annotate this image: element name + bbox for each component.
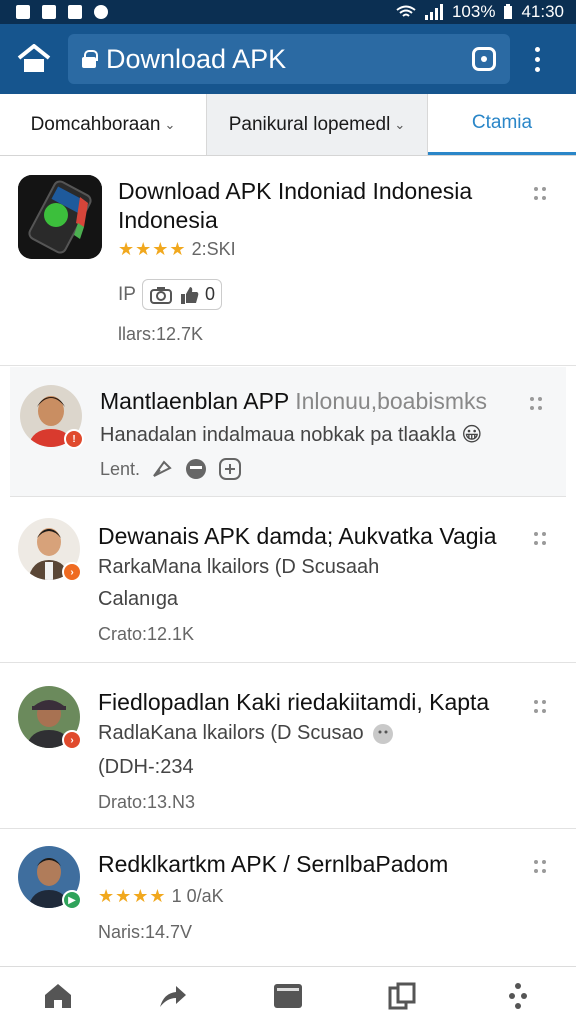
item-stats: llars:12.7K <box>118 324 204 344</box>
app-icon <box>18 175 102 259</box>
address-bar[interactable]: Download APK <box>68 34 510 84</box>
nav-home[interactable] <box>28 971 88 1021</box>
nav-card[interactable] <box>258 971 318 1021</box>
item-subtitle-text: RadlaKana lkailors (D Scusao <box>98 722 364 744</box>
share-icon <box>159 985 186 1007</box>
share-icon[interactable] <box>150 458 174 480</box>
item-stats: Drato:13.N3 <box>98 792 196 812</box>
status-badge: ▶ <box>62 890 82 910</box>
status-badge: ! <box>64 429 84 449</box>
item-title-main: Mantlaenblan APP <box>100 388 289 414</box>
item-subtitle-text: Hanadalan indalmaua nobkak pa tlaakla <box>100 424 456 446</box>
item-title: Mantlaenblan APP Inlonuu,boabismks <box>100 387 487 416</box>
item-subtitle: RadlaKana lkailors (D Scusao <box>98 722 394 745</box>
address-title: Download APK <box>106 43 287 74</box>
notification-n-icon <box>16 5 30 19</box>
list-item[interactable]: ! Mantlaenblan APP Inlonuu,boabismks Han… <box>10 367 566 497</box>
item-line3: Calanıga <box>98 588 179 610</box>
battery-level: 103% <box>451 2 496 21</box>
item-title: Redklkartkm APK / SernlbaPadom <box>98 851 449 877</box>
rating-stars: ★★★★ <box>98 886 167 906</box>
item-line3: (DDH-:234 <box>98 756 194 778</box>
item-rating: ★★★★ 1 0/aK <box>98 886 224 907</box>
item-title: Fiedlopadlan Kaki riedakiitamdi, Kapta <box>98 689 490 715</box>
filter-bar: Domcahboraan ⌄ Panikural lopemedl ⌄ Ctam… <box>0 94 576 156</box>
item-more-icon[interactable] <box>530 397 544 411</box>
item-stats: Naris:14.7V <box>98 922 193 942</box>
add-box-icon[interactable] <box>218 457 242 481</box>
card-icon <box>273 983 302 1008</box>
tag-label: IP <box>118 283 136 305</box>
clock: 41:30 <box>521 2 564 21</box>
filter-tab-selected[interactable]: Ctamia <box>428 94 576 155</box>
action-chip[interactable]: 0 <box>141 279 222 310</box>
rating-count: 1 0/aK <box>171 886 224 906</box>
list-item[interactable]: › Dewanais APK damda; Aukvatka Vagia Rar… <box>0 498 576 663</box>
avatar: › <box>18 686 82 750</box>
avatar: › <box>18 518 82 582</box>
lock-icon <box>82 50 98 68</box>
avatar: ▶ <box>18 846 82 910</box>
item-title: Dewanais APK damda; Aukvatka Vagia <box>98 523 497 549</box>
more-vert-icon[interactable] <box>532 46 542 72</box>
thumbs-up-icon <box>180 286 199 304</box>
item-stats: Crato:12.1K <box>98 624 195 644</box>
filter-type[interactable]: Panikural lopemedl ⌄ <box>206 94 428 155</box>
filter-category[interactable]: Domcahboraan ⌄ <box>0 94 206 155</box>
tabs-icon[interactable] <box>472 47 496 71</box>
filter-type-label: Panikural lopemedl <box>228 113 391 135</box>
item-title: Download APK Indoniad Indonesia <box>118 178 473 204</box>
item-more-icon[interactable] <box>534 532 548 546</box>
nav-bookmarks[interactable] <box>373 971 433 1021</box>
home-icon <box>17 44 51 72</box>
emoji-icon: 😀 <box>461 424 483 446</box>
rating-count: 2:SKI <box>191 239 236 259</box>
bookmark-icon <box>388 982 416 1009</box>
item-subtitle: RarkaMana lkailors (D Scusaah <box>98 556 380 578</box>
chevron-down-icon: ⌄ <box>394 116 406 132</box>
list-item[interactable]: Download APK Indoniad Indonesia Indonesi… <box>0 157 576 366</box>
status-bar: 103% 41:30 <box>0 0 576 24</box>
item-actions: Lent. <box>100 457 242 481</box>
notification-bag-icon <box>68 5 82 19</box>
filter-category-label: Domcahboraan <box>30 113 161 135</box>
notification-circle-icon <box>94 5 108 19</box>
item-tags: IP 0 <box>118 279 222 310</box>
item-more-icon[interactable] <box>534 860 548 874</box>
rating-stars: ★★★★ <box>118 239 187 259</box>
list-item[interactable]: › Fiedlopadlan Kaki riedakiitamdi, Kapta… <box>0 664 576 829</box>
app-bar: Download APK <box>0 24 576 94</box>
signal-icon <box>424 4 443 20</box>
avatar: ! <box>20 385 84 449</box>
grid-dots-icon <box>509 982 528 1009</box>
item-more-icon[interactable] <box>534 187 548 201</box>
emoji-icon <box>372 723 393 744</box>
item-rating: ★★★★ 2:SKI <box>118 239 236 260</box>
battery-icon <box>504 4 513 19</box>
camera-icon <box>149 286 172 304</box>
notification-icons <box>16 5 108 19</box>
chat-bubble-icon[interactable] <box>184 457 208 481</box>
item-more-icon[interactable] <box>534 700 548 714</box>
item-meta: Lent. <box>100 458 141 479</box>
status-badge: › <box>62 730 82 750</box>
list-item[interactable]: ▶ Redklkartkm APK / SernlbaPadom ★★★★ 1 … <box>0 830 576 966</box>
home-button[interactable] <box>14 39 54 79</box>
notification-image-icon <box>42 5 56 19</box>
item-title-suffix: Inlonuu,boabismks <box>295 388 488 414</box>
wifi-icon <box>396 5 416 17</box>
phone-app-icon <box>18 175 102 259</box>
nav-more[interactable] <box>488 971 548 1021</box>
item-title-line2: Indonesia <box>118 207 218 233</box>
like-count: 0 <box>204 284 215 304</box>
filter-tab-label: Ctamia <box>471 112 533 133</box>
status-badge: › <box>62 562 82 582</box>
bottom-nav <box>0 966 576 1024</box>
chevron-down-icon: ⌄ <box>164 116 176 132</box>
home-icon <box>44 983 71 1008</box>
nav-share[interactable] <box>143 971 203 1021</box>
item-subtitle: Hanadalan indalmaua nobkak pa tlaakla 😀 <box>100 422 482 447</box>
